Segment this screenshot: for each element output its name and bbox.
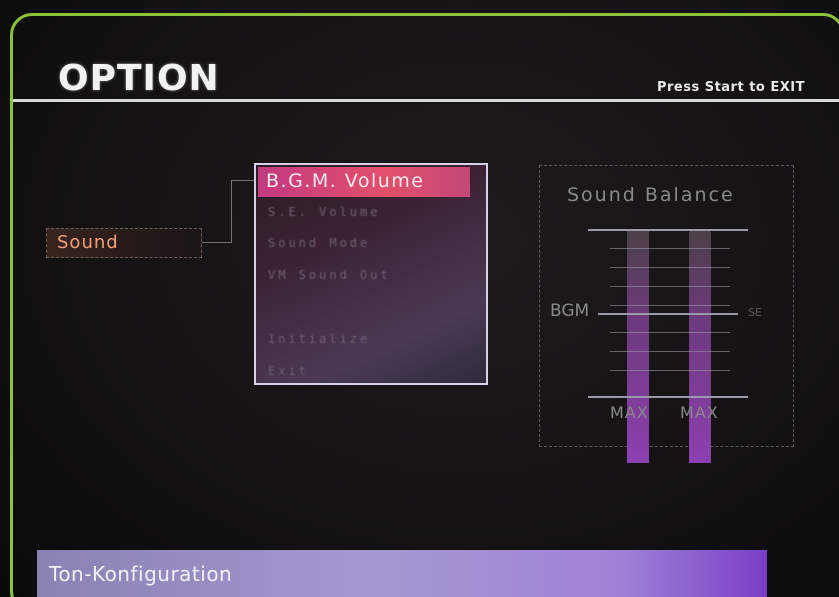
scale-line <box>610 248 730 249</box>
scale-line-bottom <box>588 396 748 398</box>
category-item-sound-label: Sound <box>57 232 119 253</box>
option-screen: OPTION Press Start to EXIT Sound B.G.M. … <box>0 0 839 597</box>
submenu-item-sound-mode[interactable]: Sound Mode <box>268 236 370 250</box>
se-max-label: MAX <box>680 403 719 422</box>
submenu-item-label: B.G.M. Volume <box>266 170 425 192</box>
page-title: OPTION <box>58 58 220 99</box>
scale-line <box>610 286 730 287</box>
description-bar: Ton-Konfiguration <box>37 550 767 597</box>
sound-submenu: B.G.M. Volume S.E. Volume Sound Mode VM … <box>254 163 488 385</box>
submenu-item-bgm-volume[interactable]: B.G.M. Volume <box>258 167 470 197</box>
submenu-item-vm-sound-out[interactable]: VM Sound Out <box>268 268 391 282</box>
se-label: SE <box>748 306 762 319</box>
bgm-level-bar <box>627 231 649 463</box>
bgm-label: BGM <box>550 301 590 321</box>
connector-line <box>231 180 255 181</box>
scale-line <box>610 305 730 306</box>
sound-balance-panel: Sound Balance BGM SE MAX MAX <box>539 165 794 463</box>
scale-line <box>610 370 730 371</box>
exit-hint: Press Start to EXIT <box>656 80 805 95</box>
sound-balance-title: Sound Balance <box>567 184 735 206</box>
scale-line-top <box>588 229 748 231</box>
se-level-bar <box>689 231 711 463</box>
description-text: Ton-Konfiguration <box>49 562 233 586</box>
title-divider <box>13 99 839 102</box>
connector-line <box>202 242 232 243</box>
submenu-item-se-volume[interactable]: S.E. Volume <box>268 205 380 219</box>
bgm-max-label: MAX <box>610 403 649 422</box>
scale-line <box>610 351 730 352</box>
submenu-item-exit[interactable]: Exit <box>268 364 309 378</box>
submenu-item-initialize[interactable]: Initialize <box>268 332 370 346</box>
connector-line <box>231 180 232 243</box>
scale-line <box>610 267 730 268</box>
category-item-sound[interactable]: Sound <box>46 228 202 258</box>
scale-line-center <box>598 313 738 315</box>
scale-line <box>610 332 730 333</box>
